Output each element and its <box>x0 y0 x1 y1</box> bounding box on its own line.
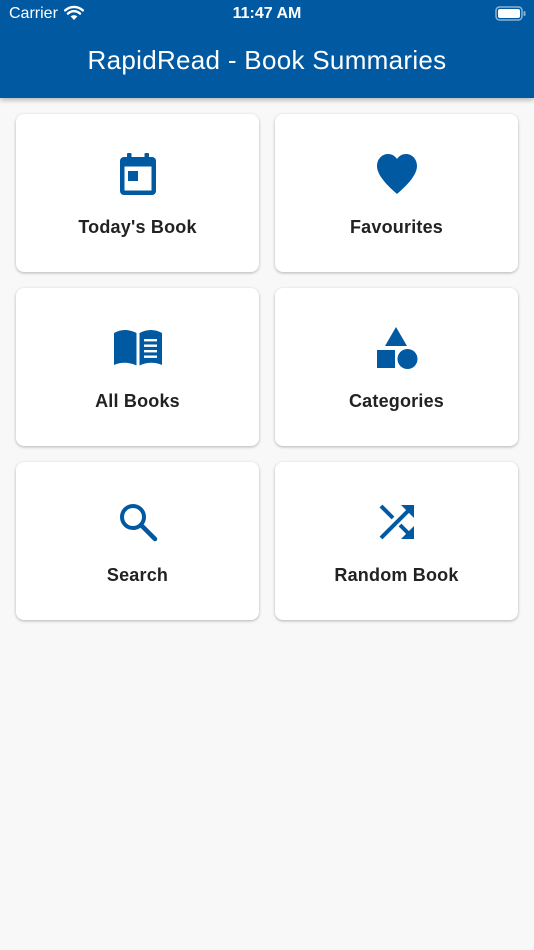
all-books-button[interactable]: All Books <box>16 288 259 446</box>
todays-book-label: Today's Book <box>78 217 197 237</box>
search-icon <box>16 499 259 545</box>
battery-icon <box>495 6 527 27</box>
favourites-button[interactable]: Favourites <box>275 114 518 272</box>
open-book-icon <box>16 325 259 371</box>
menu-grid: Today's Book Favourites All Books Catego… <box>16 114 518 620</box>
app-bar: Carrier 11:47 AM RapidRead - Book Summar… <box>0 0 534 98</box>
calendar-icon <box>16 151 259 197</box>
todays-book-button[interactable]: Today's Book <box>16 114 259 272</box>
shuffle-icon <box>275 499 518 545</box>
all-books-label: All Books <box>95 391 180 411</box>
status-bar: Carrier 11:47 AM <box>0 0 534 28</box>
status-time: 11:47 AM <box>232 5 302 22</box>
random-book-button[interactable]: Random Book <box>275 462 518 620</box>
favourites-label: Favourites <box>349 217 444 237</box>
categories-button[interactable]: Categories <box>275 288 518 446</box>
categories-label: Categories <box>348 391 445 411</box>
shapes-icon <box>275 325 518 371</box>
search-button[interactable]: Search <box>16 462 259 620</box>
search-label: Search <box>106 565 169 585</box>
page-title: RapidRead - Book Summaries <box>87 45 447 75</box>
heart-icon <box>275 151 518 197</box>
random-book-label: Random Book <box>334 565 459 585</box>
